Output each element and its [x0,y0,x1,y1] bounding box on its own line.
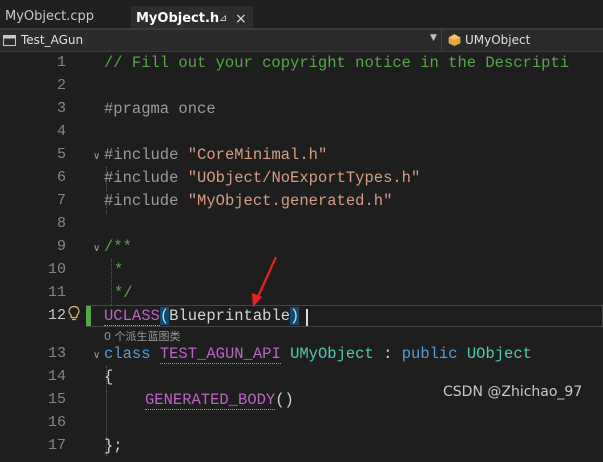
api-macro: TEST_AGUN_API [159,345,281,364]
open-paren: ( [159,307,170,325]
include-path: "CoreMinimal.h" [187,146,328,164]
close-paren: ) [290,307,300,325]
pin-icon[interactable]: ⊿ [219,8,227,30]
tab-label: MyObject.h [136,11,220,26]
class-keyword: class [104,345,151,363]
lightbulb-icon[interactable] [67,305,81,323]
indent-guide [111,259,112,305]
inheritance-colon: : [383,345,393,363]
project-name: Test_AGun [21,33,84,47]
code-line-7: #include "MyObject.generated.h" [104,192,392,210]
line-number: 9 [56,238,66,255]
public-keyword: public [401,345,458,363]
code-line-14: { [104,368,114,386]
line-number: 6 [56,169,66,186]
fold-icon[interactable]: ∨ [93,243,100,254]
change-indicator [86,306,91,326]
line-number: 11 [47,284,66,301]
code-line-1: // Fill out your copyright notice in the… [104,54,570,72]
line-number: 1 [56,54,66,71]
line-number: 4 [56,123,66,140]
line-number: 5 [56,146,66,163]
line-number: 16 [47,414,66,431]
line-number: 17 [47,437,66,454]
include-keyword: #include [104,169,179,187]
project-dropdown[interactable]: Test_AGun ▼ [0,30,442,51]
code-line-15: GENERATED_BODY() [145,391,294,410]
include-path: "UObject/NoExportTypes.h" [187,169,421,187]
uclass-macro: UCLASS [104,307,160,326]
code-line-17: }; [104,437,123,455]
line-number: 10 [47,261,66,278]
fold-icon[interactable]: ∨ [93,350,100,361]
code-line-6: #include "UObject/NoExportTypes.h" [104,169,420,187]
code-line-3: #pragma once [104,100,216,118]
include-keyword: #include [104,146,179,164]
scope-dropdown[interactable]: UMyObject [445,30,603,51]
close-icon[interactable]: × [235,8,247,30]
tab-myobject-cpp[interactable]: MyObject.cpp [0,6,128,28]
watermark: CSDN @Zhichao_97 [443,384,583,400]
code-line-11: */ [114,284,133,302]
code-line-5: #include "CoreMinimal.h" [104,146,327,164]
codelens-hint[interactable]: 0 个派生蓝图类 [104,328,181,344]
code-line-9: /** [104,238,132,256]
code-line-13: class TEST_AGUN_API UMyObject : public U… [104,345,532,364]
dropdown-icon[interactable]: ▼ [430,33,437,43]
navigation-bar: Test_AGun ▼ UMyObject [0,30,603,52]
base-class-name: UObject [466,345,532,363]
line-number: 14 [47,368,66,385]
tab-myobject-h[interactable]: MyObject.h ⊿ × [131,6,253,28]
class-icon [448,34,461,46]
line-number: 2 [56,77,66,94]
line-number: 3 [56,100,66,117]
project-icon [3,35,16,46]
include-path: "MyObject.generated.h" [187,192,393,210]
generated-body-macro: GENERATED_BODY [145,391,276,410]
include-keyword: #include [104,192,179,210]
line-number: 7 [56,192,66,209]
line-number: 15 [47,391,66,408]
line-number-current: 12 [47,307,66,324]
code-line-10: * [114,261,124,279]
annotation-arrow-icon [252,256,278,307]
tab-label: MyObject.cpp [5,9,95,24]
tab-bar: MyObject.cpp MyObject.h ⊿ × [0,0,603,30]
line-number: 13 [47,345,66,362]
scope-name: UMyObject [465,33,531,47]
class-name: UMyObject [290,345,374,363]
line-number: 8 [56,215,66,232]
fold-icon[interactable]: ∨ [93,151,100,162]
text-caret [306,309,308,326]
generated-body-parens: () [275,391,294,409]
